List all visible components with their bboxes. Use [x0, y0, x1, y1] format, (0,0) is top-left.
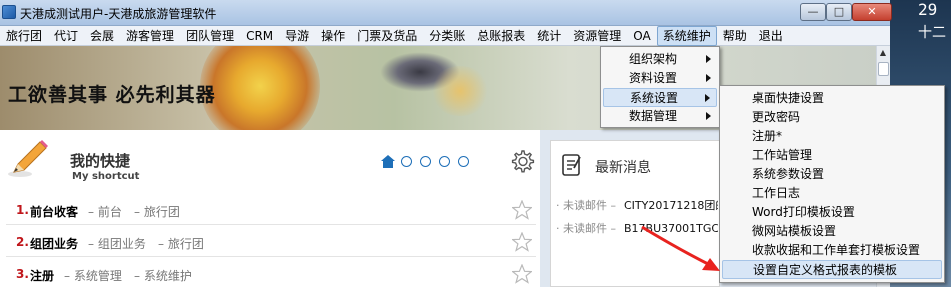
- desktop-clock-sub: 十二: [918, 25, 946, 41]
- menu-gl-reports[interactable]: 总账报表: [471, 27, 531, 45]
- shortcut-row-number: 1.: [16, 203, 29, 217]
- annotation-arrow-icon: [641, 225, 720, 271]
- menu-item-microsite-template[interactable]: 微网站模板设置: [722, 222, 942, 241]
- menu-item-system-settings[interactable]: 系统设置: [603, 88, 717, 107]
- menu-item-workstation-mgmt[interactable]: 工作站管理: [722, 146, 942, 165]
- menu-team-mgmt[interactable]: 团队管理: [180, 27, 240, 45]
- shortcut-row-number: 2.: [16, 235, 29, 249]
- banner-slogan: 工欲善其事 必先利其器: [8, 84, 216, 106]
- menu-item-custom-report-template[interactable]: 设置自定义格式报表的模板: [722, 260, 942, 279]
- shortcut-row-path2: – 系统维护: [134, 269, 192, 283]
- menu-item-change-password[interactable]: 更改密码: [722, 108, 942, 127]
- menu-bar: 旅行团 代订 会展 游客管理 团队管理 CRM 导游 操作 门票及货品 分类账 …: [0, 25, 890, 46]
- flower-graphic-2: [430, 66, 490, 116]
- menu-item-label: 资料设置: [629, 71, 678, 85]
- menu-ledger[interactable]: 分类账: [423, 27, 471, 45]
- menu-item-label: 数据管理: [629, 109, 678, 123]
- menu-oa[interactable]: OA: [627, 27, 656, 45]
- star-icon[interactable]: [512, 200, 532, 220]
- menu-guide[interactable]: 导游: [279, 27, 315, 45]
- star-icon[interactable]: [512, 232, 532, 252]
- window-title: 天港成测试用户-天港成旅游管理软件: [20, 7, 217, 21]
- shortcut-row-path1: – 前台: [88, 205, 122, 219]
- menu-operation[interactable]: 操作: [315, 27, 351, 45]
- page-dot-1[interactable]: [401, 156, 412, 167]
- menu-system-maintenance[interactable]: 系统维护: [656, 25, 717, 46]
- pencil-icon: [8, 140, 48, 177]
- system-maintenance-menu: 组织架构 资料设置 系统设置 数据管理: [600, 46, 720, 128]
- menu-tour-group[interactable]: 旅行团: [0, 27, 48, 45]
- flower-graphic: [200, 46, 320, 130]
- shortcut-subtitle: My shortcut: [72, 171, 140, 182]
- shortcut-row-name[interactable]: 前台收客: [30, 203, 78, 220]
- menu-help[interactable]: 帮助: [717, 27, 753, 45]
- shortcut-title: 我的快捷: [70, 152, 131, 170]
- menu-item-label: 组织架构: [629, 52, 678, 66]
- desktop-clock-text: 29: [918, 0, 938, 19]
- home-icon[interactable]: [381, 155, 395, 168]
- submenu-arrow-icon: [705, 94, 710, 102]
- shortcut-row[interactable]: 1. 前台收客 – 前台 – 旅行团: [6, 195, 536, 225]
- shortcut-row-name[interactable]: 注册: [30, 267, 54, 284]
- menu-item-data-management[interactable]: 数据管理: [603, 107, 717, 126]
- shortcut-row-path1: – 组团业务: [88, 237, 146, 251]
- star-icon[interactable]: [512, 264, 532, 284]
- menu-exhibition[interactable]: 会展: [84, 27, 120, 45]
- news-item[interactable]: · 未读邮件 – CITY20171218团的: [556, 197, 718, 213]
- menu-tourist-mgmt[interactable]: 游客管理: [120, 27, 180, 45]
- notebook-icon: [562, 154, 581, 176]
- system-settings-submenu: 桌面快捷设置 更改密码 注册* 工作站管理 系统参数设置 工作日志 Word打印…: [719, 85, 945, 283]
- menu-item-desktop-shortcut[interactable]: 桌面快捷设置: [722, 89, 942, 108]
- shortcut-row-path2: – 旅行团: [134, 205, 180, 219]
- shortcut-row[interactable]: 2. 组团业务 – 组团业务 – 旅行团: [6, 227, 536, 257]
- title-bar: 天港成测试用户-天港成旅游管理软件 — □ ✕: [0, 0, 892, 26]
- minimize-button[interactable]: —: [800, 3, 826, 21]
- news-title: 最新消息: [595, 160, 651, 176]
- menu-item-register[interactable]: 注册*: [722, 127, 942, 146]
- menu-item-word-template[interactable]: Word打印模板设置: [722, 203, 942, 222]
- submenu-arrow-icon: [706, 112, 711, 120]
- menu-crm[interactable]: CRM: [240, 27, 279, 45]
- page-dot-3[interactable]: [439, 156, 450, 167]
- shortcut-row-name[interactable]: 组团业务: [30, 235, 78, 252]
- shortcut-row-path2: – 旅行团: [158, 237, 204, 251]
- page-dot-4[interactable]: [458, 156, 469, 167]
- menu-resource-mgmt[interactable]: 资源管理: [567, 27, 627, 45]
- menu-exit[interactable]: 退出: [753, 27, 789, 45]
- menu-item-system-params[interactable]: 系统参数设置: [722, 165, 942, 184]
- shortcut-row-number: 3.: [16, 267, 29, 281]
- scroll-thumb[interactable]: [878, 62, 889, 76]
- menu-item-receipt-template[interactable]: 收款收据和工作单套打模板设置: [722, 241, 942, 260]
- news-item-tag: · 未读邮件 –: [556, 222, 616, 235]
- scroll-up-icon[interactable]: ▲: [877, 48, 889, 60]
- maximize-button[interactable]: □: [826, 3, 852, 21]
- news-item-tag: · 未读邮件 –: [556, 199, 616, 212]
- menu-item-org-structure[interactable]: 组织架构: [603, 50, 717, 69]
- menu-tickets-goods[interactable]: 门票及货品: [351, 27, 423, 45]
- menu-item-label: 系统设置: [630, 91, 679, 105]
- app-icon: [2, 5, 16, 19]
- menu-booking[interactable]: 代订: [48, 27, 84, 45]
- close-button[interactable]: ✕: [852, 3, 892, 21]
- menu-item-work-log[interactable]: 工作日志: [722, 184, 942, 203]
- submenu-arrow-icon: [706, 55, 711, 63]
- shortcut-row[interactable]: 3. 注册 – 系统管理 – 系统维护: [6, 259, 536, 287]
- menu-statistics[interactable]: 统计: [531, 27, 567, 45]
- menu-item-data-settings[interactable]: 资料设置: [603, 69, 717, 88]
- news-item-text[interactable]: CITY20171218团的: [624, 199, 718, 212]
- page-dot-2[interactable]: [420, 156, 431, 167]
- submenu-arrow-icon: [706, 74, 711, 82]
- shortcut-row-path1: – 系统管理: [64, 269, 122, 283]
- gear-icon[interactable]: [509, 149, 535, 175]
